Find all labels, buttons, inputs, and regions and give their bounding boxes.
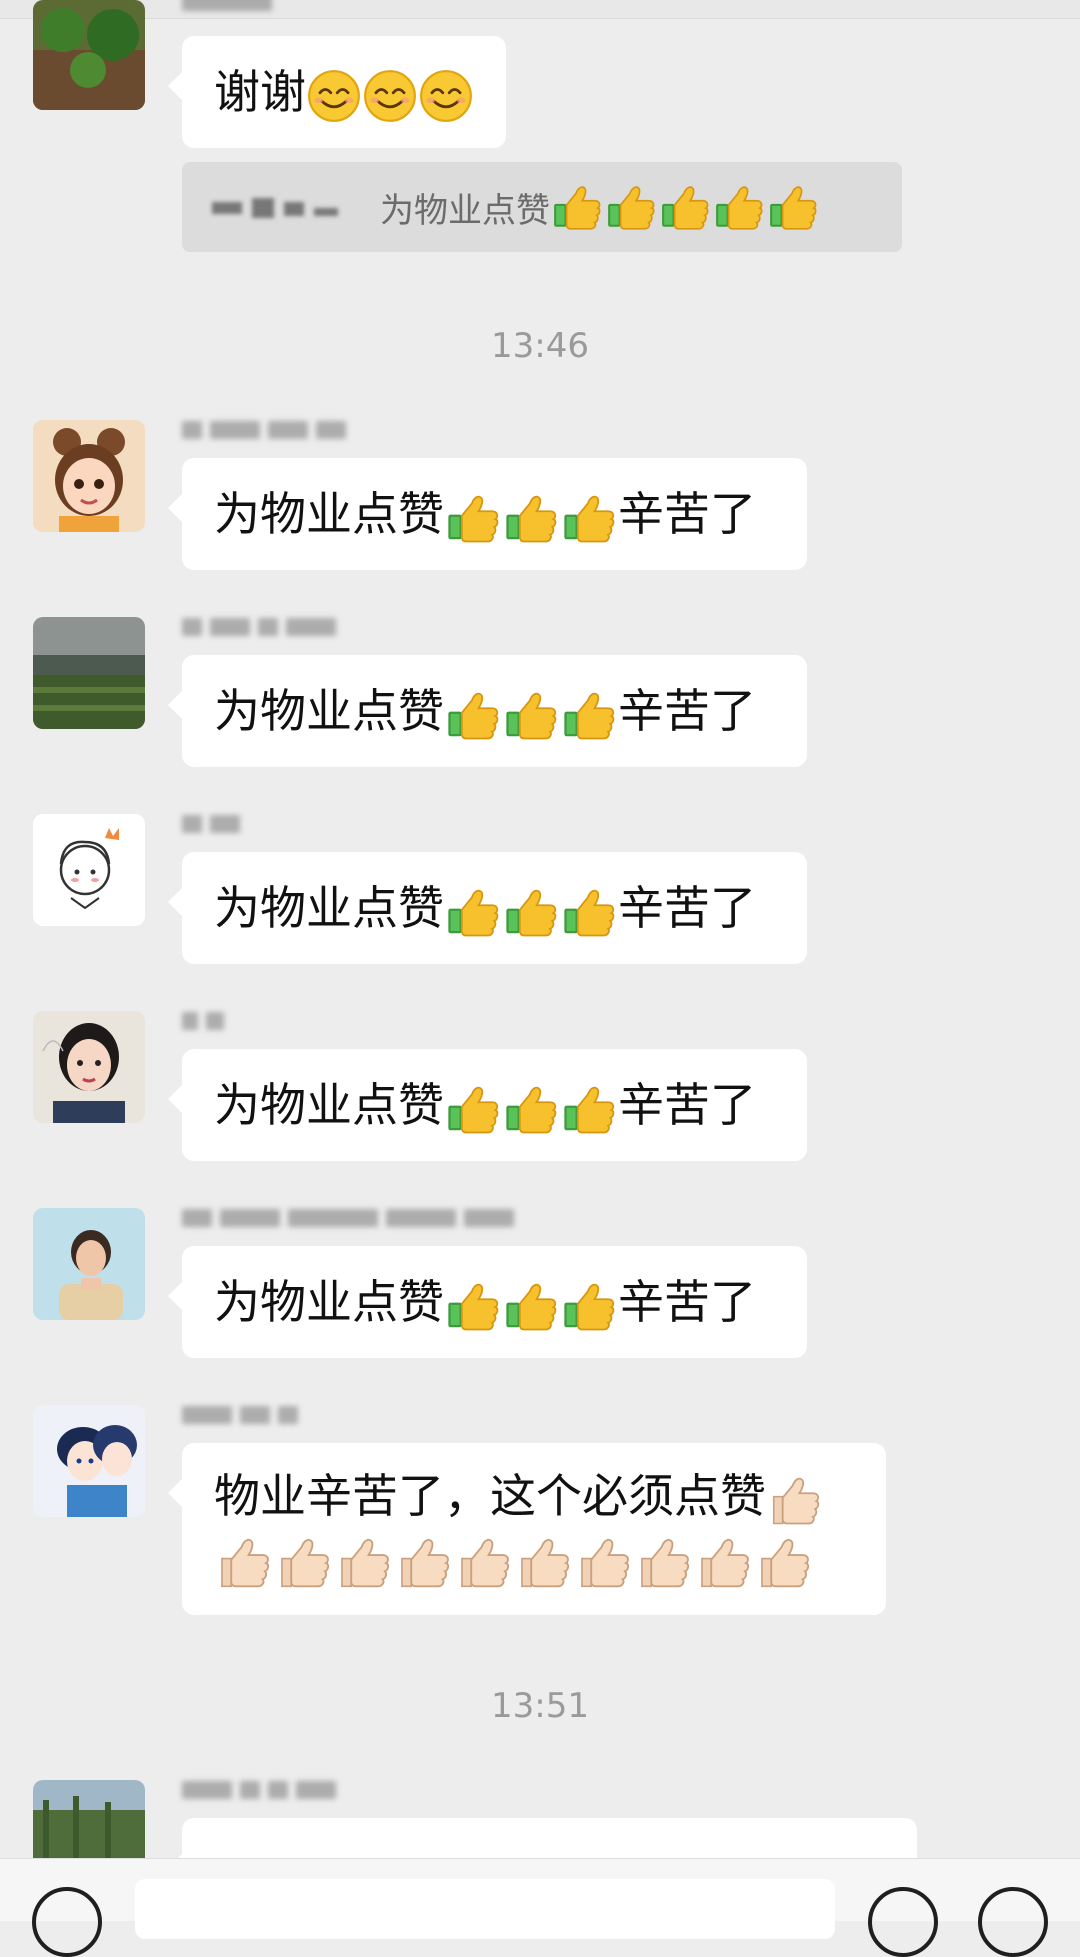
smiling-face-emoji — [363, 69, 417, 123]
chat-area[interactable]: 谢谢 为物业点赞 13:46 为物业点赞 辛苦了 为物业点赞 辛苦了 为物业点赞… — [0, 0, 1080, 1858]
timestamp: 13:46 — [491, 326, 589, 366]
sender-name — [182, 1774, 344, 1802]
message-suffix: 辛苦了 — [618, 881, 756, 935]
thumbs-up-emoji — [561, 884, 617, 940]
avatar[interactable] — [33, 617, 145, 729]
thumbs-up-emoji — [445, 490, 501, 546]
message-suffix: 辛苦了 — [618, 1078, 756, 1132]
message-bubble[interactable]: 物业辛苦了，这个必须点赞 — [168, 1443, 886, 1615]
voice-icon[interactable] — [32, 1887, 102, 1957]
smiling-face-emoji — [419, 69, 473, 123]
thumbs-up-emoji — [767, 181, 819, 233]
sender-name — [182, 611, 344, 639]
smiling-face-emoji — [307, 69, 361, 123]
thumbs-up-emoji — [695, 1533, 753, 1591]
thumbs-up-emoji — [395, 1533, 453, 1591]
thumbs-up-emoji — [445, 884, 501, 940]
thumbs-up-emoji — [445, 687, 501, 743]
message-input[interactable] — [135, 1879, 835, 1939]
thumbs-up-emoji — [275, 1533, 333, 1591]
thumbs-up-emoji — [445, 1081, 501, 1137]
thumbs-up-emoji — [503, 490, 559, 546]
thumbs-up-emoji — [755, 1533, 813, 1591]
thumbs-up-emoji — [635, 1533, 693, 1591]
thumbs-up-emoji — [659, 181, 711, 233]
message-suffix: 辛苦了 — [618, 1275, 756, 1329]
avatar[interactable] — [33, 0, 145, 110]
quoted-message[interactable]: 为物业点赞 — [182, 162, 902, 252]
thumbs-up-emoji — [561, 490, 617, 546]
message-text: 为物业点赞 — [214, 487, 444, 541]
thumbs-up-emoji — [713, 181, 765, 233]
message-text: 物业辛苦了，这个必须点赞 — [214, 1469, 766, 1523]
message-bubble[interactable]: 谢谢 — [168, 36, 506, 148]
emoji-icon[interactable] — [868, 1887, 938, 1957]
thumbs-up-emoji — [561, 1081, 617, 1137]
thumbs-up-emoji — [445, 1278, 501, 1334]
sender-name — [182, 1399, 306, 1427]
thumbs-up-emoji — [503, 687, 559, 743]
message-text: 为物业点赞 — [214, 684, 444, 738]
top-divider — [0, 0, 1080, 19]
message-text: 为物业点赞 — [214, 1078, 444, 1132]
thumbs-up-emoji — [575, 1533, 633, 1591]
avatar[interactable] — [33, 1208, 145, 1320]
thumbs-up-emoji — [551, 181, 603, 233]
message-bubble[interactable]: 为物业点赞 辛苦了 — [168, 1049, 807, 1161]
avatar[interactable] — [33, 1011, 145, 1123]
masked-name — [212, 196, 342, 218]
thumbs-up-emoji — [215, 1533, 273, 1591]
input-bar — [0, 1858, 1080, 1957]
thumbs-up-emoji — [561, 687, 617, 743]
thumbs-up-emoji — [515, 1533, 573, 1591]
message-text: 为物业点赞 — [214, 881, 444, 935]
thumbs-up-emoji — [503, 1278, 559, 1334]
quoted-text: 为物业点赞 — [380, 190, 550, 231]
message-suffix: 辛苦了 — [618, 487, 756, 541]
sender-name — [182, 1202, 522, 1230]
message-bubble[interactable]: 为物业点赞 辛苦了 — [168, 655, 807, 767]
message-bubble[interactable] — [168, 1818, 917, 1858]
thumbs-up-emoji — [605, 181, 657, 233]
avatar[interactable] — [33, 420, 145, 532]
message-text: 为物业点赞 — [214, 1275, 444, 1329]
sender-name — [182, 414, 354, 442]
thumbs-up-emoji — [767, 1472, 823, 1528]
plus-icon[interactable] — [978, 1887, 1048, 1957]
sender-name — [182, 0, 280, 14]
message-bubble[interactable]: 为物业点赞 辛苦了 — [168, 1246, 807, 1358]
sender-name — [182, 808, 248, 836]
message-suffix: 辛苦了 — [618, 684, 756, 738]
thumbs-up-emoji — [561, 1278, 617, 1334]
message-bubble[interactable]: 为物业点赞 辛苦了 — [168, 458, 807, 570]
message-text: 谢谢 — [214, 65, 306, 119]
message-bubble[interactable]: 为物业点赞 辛苦了 — [168, 852, 807, 964]
avatar[interactable] — [33, 1405, 145, 1517]
thumbs-up-emoji — [503, 884, 559, 940]
timestamp: 13:51 — [491, 1686, 589, 1726]
avatar[interactable] — [33, 1780, 145, 1858]
thumbs-up-emoji — [503, 1081, 559, 1137]
avatar[interactable] — [33, 814, 145, 926]
thumbs-up-emoji — [335, 1533, 393, 1591]
thumbs-up-emoji — [455, 1533, 513, 1591]
sender-name — [182, 1005, 232, 1033]
